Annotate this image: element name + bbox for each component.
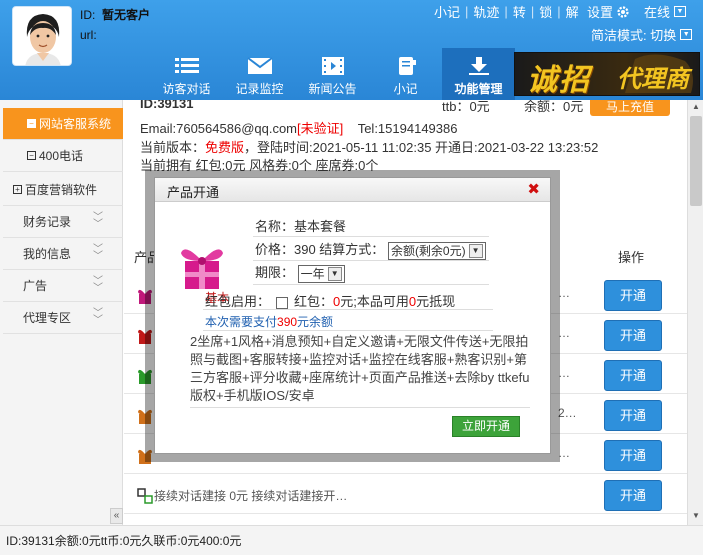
package-description: 2坐席+1风格+消息预知+自定义邀请+无限文件传送+无限拍照与截图+客服转接+监… (190, 334, 530, 403)
sidebar-item-finance[interactable]: 财务记录 ﹀ ﹀ (3, 206, 123, 238)
email-line: Email:760564586@qq.com[未验证] Tel:15194149… (140, 121, 458, 136)
payment-method-select[interactable]: 余额(剩余0元) ▼ (387, 241, 486, 260)
top-links: 小记 | 轨迹 | 转 | 锁 | 解 (434, 2, 579, 21)
period-select[interactable]: 一年 ▼ (297, 264, 345, 283)
user-id: ID: 暂无客户 (80, 8, 151, 22)
amount-due: 本次需要支付390元余额 (205, 315, 334, 329)
sidebar-item-baidu-marketing[interactable]: + 百度营销软件 (3, 174, 123, 206)
dropdown-icon: ▼ (680, 29, 693, 40)
settings-button[interactable]: 设置 (587, 2, 630, 21)
link-transfer[interactable]: 转 (513, 2, 526, 21)
expand-icon: + (13, 185, 22, 194)
main-nav: 访客对话 记录监控 新闻公告 小记 功能管理 (150, 48, 515, 100)
nav-record-monitor[interactable]: 记录监控 (223, 48, 296, 100)
sidebar-item-400-phone[interactable]: −400电话 (3, 140, 123, 172)
open-button[interactable]: 开通 (604, 320, 662, 351)
chevron-down-icon: ▼ (468, 244, 483, 259)
account-id: ID:39131 (140, 100, 194, 111)
sidebar: − 网站客服系统 −400电话 + 百度营销软件 财务记录 ﹀ ﹀ 我的信息 ﹀ ﹀ 广告 ﹀… (0, 100, 123, 525)
ttb-balance: ttb：0元 (442, 100, 490, 114)
list-icon (175, 58, 199, 73)
mail-icon (247, 57, 273, 74)
status-bar: ID:39131余额:0元tt币:0元久联币:0元400:0元 (0, 525, 703, 555)
nav-news[interactable]: 新闻公告 (296, 48, 369, 100)
chevron-down-icon: ﹀ ﹀ (93, 276, 103, 294)
open-button[interactable]: 开通 (604, 440, 662, 471)
open-button[interactable]: 开通 (604, 480, 662, 511)
link-lock[interactable]: 锁 (539, 2, 552, 21)
film-icon (322, 57, 344, 75)
sidebar-item-my-info[interactable]: 我的信息 ﹀ ﹀ (3, 238, 123, 270)
nav-function-manage[interactable]: 功能管理 (442, 48, 515, 100)
column-operation: 操作 (618, 250, 645, 265)
mode-switch[interactable]: 简洁模式: 切换 ▼ (591, 25, 693, 44)
link-unlock[interactable]: 解 (566, 2, 579, 21)
nav-visitor-chat[interactable]: 访客对话 (150, 48, 223, 100)
confirm-open-button[interactable]: 立即开通 (452, 416, 520, 437)
scroll-thumb[interactable] (690, 116, 702, 206)
dialog-body: 基本 名称：基本套餐 价格：390 结算方式： 余额(剩余0元) ▼ 期限： 一年… (155, 203, 550, 453)
link-note[interactable]: 小记 (434, 2, 460, 21)
package-name: 名称：基本套餐 (255, 219, 347, 234)
recharge-button[interactable]: 马上充值 (590, 100, 670, 116)
svg-text:代理商: 代理商 (617, 65, 693, 93)
dialog-title: 产品开通 (167, 185, 220, 200)
email-unverified-link[interactable]: [未验证] (297, 121, 343, 136)
open-button[interactable]: 开通 (604, 360, 662, 391)
chevron-down-icon: ﹀ ﹀ (93, 308, 103, 326)
gear-icon (617, 5, 629, 18)
nav-notes[interactable]: 小记 (369, 48, 442, 100)
sidebar-item-website-service[interactable]: − 网站客服系统 (3, 108, 123, 140)
chevron-down-icon: ﹀ ﹀ (93, 212, 103, 230)
sidebar-item-ads[interactable]: 广告 ﹀ ﹀ (3, 270, 123, 302)
top-header: ID: 暂无客户 url: 小记 | 轨迹 | 转 | 锁 | 解 设置 在线 ▼ 简洁… (0, 0, 703, 100)
sidebar-item-agent[interactable]: 代理专区 ﹀ ﹀ (3, 302, 123, 334)
dialog-header: 产品开通 ✖ (155, 178, 550, 202)
redpack-checkbox[interactable] (276, 296, 289, 309)
promo-banner[interactable]: 代理商 诚招 (514, 52, 700, 96)
open-button[interactable]: 开通 (604, 280, 662, 311)
product-open-dialog: 产品开通 ✖ 基本 名称：基本套餐 价格：390 结算方式： 余额(剩余0元) ▼… (154, 177, 551, 454)
close-icon[interactable]: ✖ (527, 180, 540, 198)
link-track[interactable]: 轨迹 (473, 2, 499, 21)
dropdown-icon: ▼ (674, 6, 687, 17)
scroll-down-icon[interactable]: ▼ (691, 511, 701, 521)
sidebar-collapse-button[interactable]: « (110, 508, 123, 524)
user-url: url: (80, 28, 97, 42)
open-button[interactable]: 开通 (604, 400, 662, 431)
table-row: 接续对话建接 0元 接续对话建接开… 开通 (124, 474, 687, 514)
price-line: 价格：390 结算方式： 余额(剩余0元) ▼ (255, 239, 486, 260)
chevron-down-icon: ▼ (327, 267, 342, 282)
note-icon (399, 57, 416, 75)
collapse-icon: − (27, 119, 36, 128)
chevron-down-icon: ﹀ ﹀ (93, 244, 103, 262)
avatar[interactable] (12, 6, 72, 66)
scroll-up-icon[interactable]: ▲ (691, 102, 701, 112)
online-status-button[interactable]: 在线 ▼ (644, 2, 687, 21)
collapse-icon: − (27, 151, 36, 160)
download-icon (469, 57, 489, 75)
vertical-scrollbar[interactable]: ▲ ▼ (687, 100, 703, 525)
redpack-line: 红包启用： 红包：0元;本品可用0元抵现 (205, 294, 456, 309)
link-icon (137, 488, 153, 504)
balance: 余额：0元 (524, 100, 584, 114)
gift-icon (181, 249, 223, 289)
period-line: 期限： 一年 ▼ (255, 262, 345, 283)
version-line: 当前版本：免费版，登陆时间:2021-05-11 11:02:35 开通日:20… (140, 140, 599, 155)
